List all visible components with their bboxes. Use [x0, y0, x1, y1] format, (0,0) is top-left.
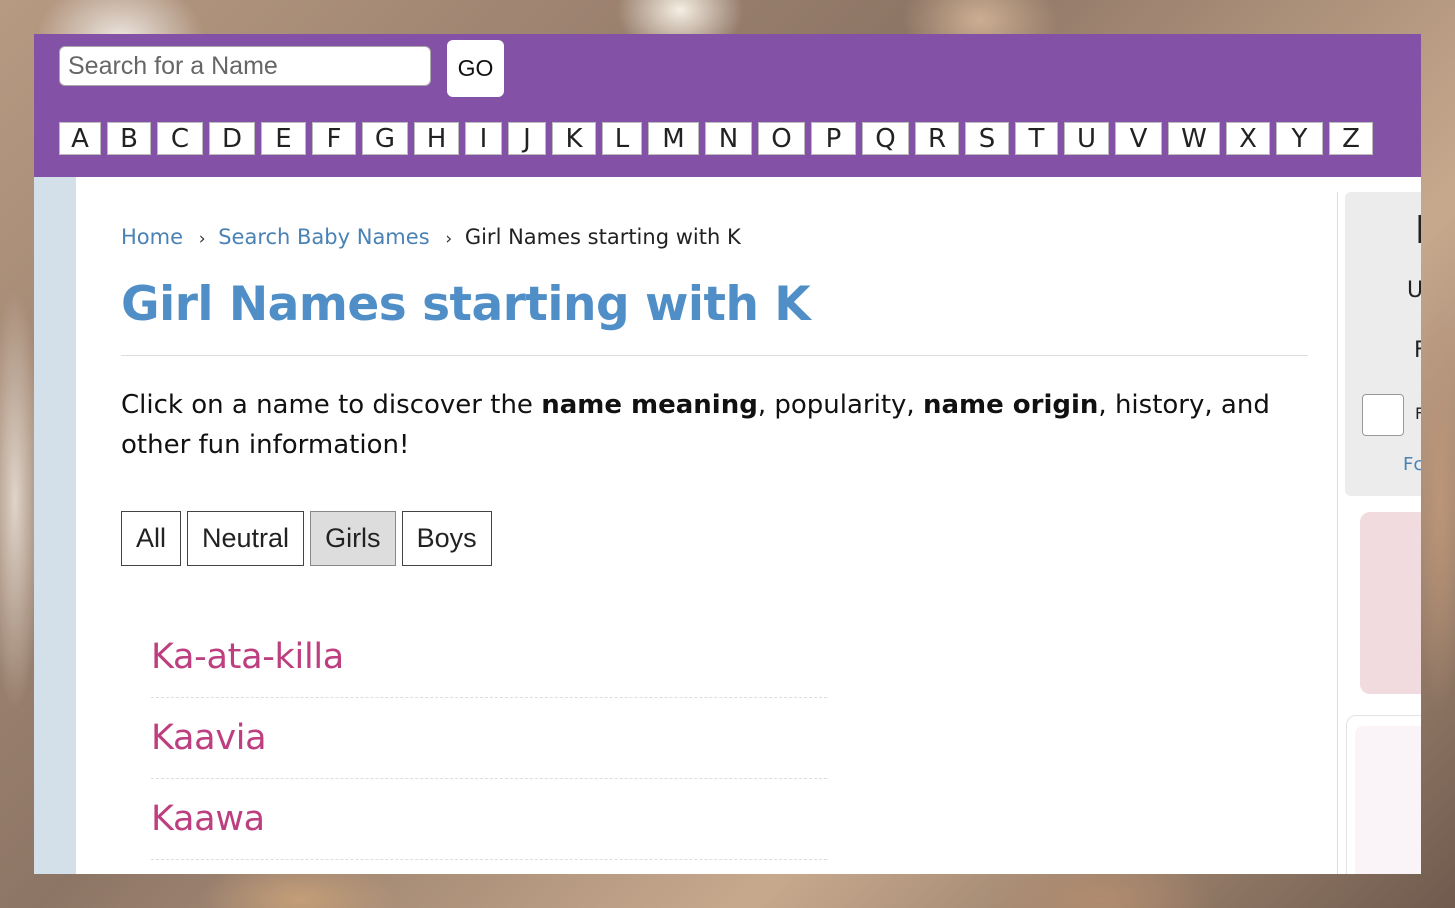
name-link[interactable]: Kaavia: [151, 718, 267, 758]
letter-link-y[interactable]: Y: [1276, 122, 1323, 155]
letter-link-u[interactable]: U: [1064, 122, 1109, 155]
name-list-item: Ka-ata-killa: [151, 617, 827, 698]
name-list-item: Kaawa: [151, 779, 827, 860]
sidebar-checkbox-label: F: [1415, 404, 1421, 423]
letter-link-l[interactable]: L: [602, 122, 642, 155]
letter-link-d[interactable]: D: [209, 122, 255, 155]
letter-link-o[interactable]: O: [758, 122, 805, 155]
filter-neutral-button[interactable]: Neutral: [187, 511, 305, 566]
sidebar-checkbox[interactable]: [1362, 394, 1404, 436]
letter-link-p[interactable]: P: [811, 122, 856, 155]
letter-link-g[interactable]: G: [362, 122, 408, 155]
name-list: Ka-ata-killa Kaavia Kaawa: [151, 617, 827, 860]
letter-link-n[interactable]: N: [705, 122, 752, 155]
letter-link-f[interactable]: F: [312, 122, 356, 155]
filter-boys-button[interactable]: Boys: [401, 511, 492, 566]
sidebar-heading-fragment: I: [1415, 208, 1421, 252]
letter-link-x[interactable]: X: [1226, 122, 1270, 155]
search-input[interactable]: [59, 46, 431, 86]
sidebar-card-inner: [1355, 726, 1421, 874]
letter-link-c[interactable]: C: [157, 122, 203, 155]
filter-all-button[interactable]: All: [121, 511, 182, 566]
letter-link-w[interactable]: W: [1168, 122, 1220, 155]
letter-link-m[interactable]: M: [648, 122, 699, 155]
name-list-item: Kaavia: [151, 698, 827, 779]
letter-link-k[interactable]: K: [552, 122, 596, 155]
intro-part-2: , popularity,: [757, 390, 923, 420]
sidebar-link-fragment[interactable]: Fc: [1403, 454, 1421, 475]
letter-link-q[interactable]: Q: [862, 122, 909, 155]
letter-link-b[interactable]: B: [107, 122, 151, 155]
breadcrumb-separator: ›: [198, 229, 206, 249]
page-frame: GO ABCDEFGHIJKLMNOPQRSTUVWXYZ Home › Sea…: [34, 34, 1421, 874]
letter-link-i[interactable]: I: [465, 122, 502, 155]
breadcrumb-search-link[interactable]: Search Baby Names: [218, 225, 429, 249]
letter-link-s[interactable]: S: [965, 122, 1009, 155]
breadcrumb-separator: ›: [445, 229, 453, 249]
intro-bold-name-origin: name origin: [922, 390, 1099, 420]
sidebar-text-fragment: F: [1414, 338, 1421, 363]
sidebar-card: [1346, 715, 1421, 874]
letter-link-j[interactable]: J: [508, 122, 546, 155]
letter-link-h[interactable]: H: [414, 122, 459, 155]
breadcrumb-current: Girl Names starting with K: [464, 225, 741, 249]
site-header: GO ABCDEFGHIJKLMNOPQRSTUVWXYZ: [34, 34, 1421, 177]
breadcrumb: Home › Search Baby Names › Girl Names st…: [121, 225, 741, 249]
name-link[interactable]: Ka-ata-killa: [151, 637, 344, 677]
letter-link-t[interactable]: T: [1015, 122, 1058, 155]
letter-link-e[interactable]: E: [261, 122, 306, 155]
sidebar-divider: [1337, 192, 1338, 874]
intro-text: Click on a name to discover the name mea…: [121, 385, 1301, 465]
title-divider: [121, 355, 1308, 356]
sidebar-promo-box: [1360, 512, 1421, 694]
intro-bold-name-meaning: name meaning: [541, 390, 758, 420]
breadcrumb-home-link[interactable]: Home: [121, 225, 183, 249]
gender-filter-group: All Neutral Girls Boys: [121, 511, 498, 566]
left-stripe: [34, 177, 76, 874]
letter-link-r[interactable]: R: [915, 122, 959, 155]
sidebar-text-fragment: U: [1407, 278, 1421, 303]
letter-link-a[interactable]: A: [59, 122, 101, 155]
intro-part-1: Click on a name to discover the: [121, 390, 542, 420]
sidebar-panel: I U F F Fc: [1345, 192, 1421, 496]
letter-link-v[interactable]: V: [1115, 122, 1162, 155]
filter-girls-button[interactable]: Girls: [310, 511, 396, 566]
main-content: Home › Search Baby Names › Girl Names st…: [76, 177, 1338, 874]
page-title: Girl Names starting with K: [121, 277, 811, 332]
name-link[interactable]: Kaawa: [151, 799, 265, 839]
alphabet-nav: ABCDEFGHIJKLMNOPQRSTUVWXYZ: [59, 122, 1379, 157]
go-button[interactable]: GO: [447, 40, 504, 97]
letter-link-z[interactable]: Z: [1329, 122, 1373, 155]
